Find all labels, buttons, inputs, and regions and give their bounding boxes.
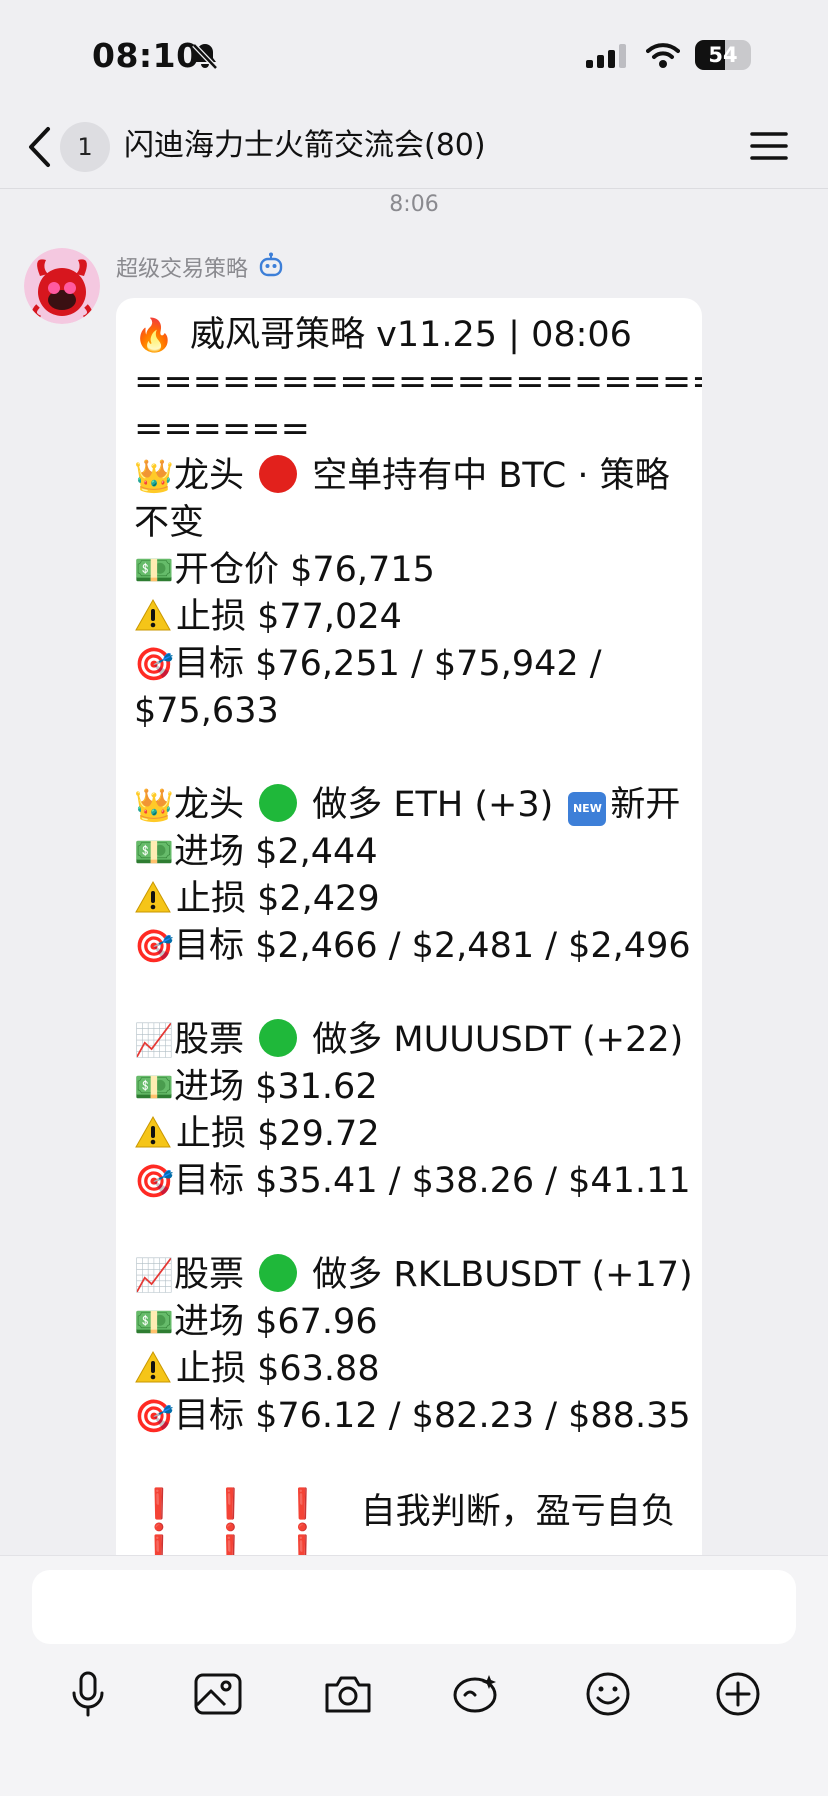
image-icon[interactable] [190,1666,246,1722]
camera-icon[interactable] [320,1666,376,1722]
target-icon: 🎯 [134,1162,174,1200]
disclaimer: 自我判断，盈亏自负 [360,1492,676,1532]
unread-count-badge[interactable]: 1 [60,122,110,172]
crown-icon: 👑 [134,457,174,495]
green-circle-icon [259,784,298,822]
sender-row: 超级交易策略 [116,250,284,284]
message-line: 🔥 威风哥策略 v11.25 | 08:06 [134,312,690,359]
targets: 目标 $35.41 / $38.26 / $41.11 [174,1161,691,1201]
money-icon: 💵 [134,1068,174,1106]
message-bubble[interactable]: 🔥 威风哥策略 v11.25 | 08:06 ==================… [116,298,702,1618]
stop-loss: 止损 $2,429 [176,879,380,919]
sender-name[interactable]: 超级交易策略 [116,251,248,283]
message-line: 🎯目标 $76,251 / $75,942 / [134,641,690,688]
message-line: 💵进场 $67.96 [134,1299,690,1346]
message-line: 🎯目标 $35.41 / $38.26 / $41.11 [134,1158,691,1205]
composer-bar [0,1555,828,1796]
message-line: 💵进场 $31.62 [134,1064,690,1111]
targets: 目标 $76.12 / $82.23 / $88.35 [174,1396,691,1436]
microphone-icon[interactable] [60,1666,116,1722]
warning-icon [134,598,176,645]
stop-loss: 止损 $63.88 [176,1349,380,1389]
message-line: 👑龙头 做多 ETH (+3) NEW 新开 [134,782,690,829]
entry-price: 开仓价 $76,715 [174,550,435,590]
position-text: 空单持有中 BTC · 策略 [312,456,670,496]
sender-avatar[interactable] [24,248,100,324]
composer-toolbar [0,1666,828,1736]
message-line: 不变 [134,503,205,543]
money-icon: 💵 [134,1303,174,1341]
message-line: 止损 $63.88 [134,1346,690,1393]
money-icon: 💵 [134,833,174,871]
warning-icon [134,1350,176,1397]
status-time: 08:10 [92,36,200,75]
divider-text: ====== [134,409,310,449]
message-line: 👑龙头 空单持有中 BTC · 策略 [134,453,690,500]
back-chevron-icon[interactable] [26,126,52,172]
message-line: 📈股票 做多 MUUUSDT (+22) [134,1017,690,1064]
warning-icon [134,1115,176,1162]
message-line: 💵开仓价 $76,715 [134,547,690,594]
strategy-title: 威风哥策略 v11.25 | 08:06 [190,315,632,355]
sticker-creator-icon[interactable] [448,1666,504,1722]
chart-increasing-icon: 📈 [134,1021,174,1059]
message-line: 止损 $2,429 [134,876,690,923]
chart-increasing-icon: 📈 [134,1256,174,1294]
stop-loss: 止损 $29.72 [176,1114,380,1154]
wifi-icon [646,42,680,72]
green-circle-icon [259,1254,298,1292]
menu-icon[interactable] [750,130,788,166]
entry-price: 进场 $2,444 [174,832,378,872]
add-icon[interactable] [710,1666,766,1722]
new-badge-icon: NEW [568,792,607,826]
stop-loss: 止损 $77,024 [176,597,402,637]
fire-icon: 🔥 [134,316,174,354]
message-line: 💵进场 $2,444 [134,829,690,876]
divider-text: =========================== [134,362,702,402]
money-icon: 💵 [134,551,174,589]
message-line: 🎯目标 $2,466 / $2,481 / $2,496 [134,923,691,970]
battery-level: 54 [708,43,738,67]
crown-icon: 👑 [134,786,174,824]
message-line: ❗❗❗ 自我判断，盈亏自负 [134,1487,690,1534]
message-line: 止损 $29.72 [134,1111,690,1158]
entry-price: 进场 $67.96 [174,1302,378,1342]
category-label: 股票 [174,1020,245,1060]
warning-icon [134,880,176,927]
position-text: 做多 MUUUSDT (+22) [312,1020,684,1060]
cellular-signal-icon [586,44,628,72]
category-label: 股票 [174,1255,245,1295]
mute-bell-icon [192,42,218,74]
green-circle-icon [259,1019,298,1057]
target-icon: 🎯 [134,927,174,965]
message-line: 止损 $77,024 [134,594,690,641]
position-text: 做多 ETH (+3) [312,785,554,825]
entry-price: 进场 $31.62 [174,1067,378,1107]
message-input[interactable] [32,1570,796,1644]
status-bar: 08:10 54 [0,0,828,110]
category-label: 龙头 [174,456,245,496]
message-timestamp: 8:06 [389,192,439,217]
group-title[interactable]: 闪迪海力士火箭交流会(80) [124,124,486,168]
targets: 目标 $2,466 / $2,481 / $2,496 [174,926,691,966]
chat-header: 1 闪迪海力士火箭交流会(80) [0,108,828,189]
message-line: $75,633 [134,691,279,731]
red-circle-icon [259,455,298,493]
message-line: 📈股票 做多 RKLBUSDT (+17) [134,1252,693,1299]
target-icon: 🎯 [134,645,174,683]
position-text: 做多 RKLBUSDT (+17) [312,1255,693,1295]
emoji-icon[interactable] [580,1666,636,1722]
new-open-label: 新开 [610,785,681,825]
battery-icon: 54 [695,40,751,70]
message-line: 🎯目标 $76.12 / $82.23 / $88.35 [134,1393,691,1440]
robot-icon [258,252,284,282]
targets: 目标 $76,251 / $75,942 / [174,644,602,684]
exclamation-icons: ❗❗❗ [134,1487,350,1533]
category-label: 龙头 [174,785,245,825]
target-icon: 🎯 [134,1397,174,1435]
